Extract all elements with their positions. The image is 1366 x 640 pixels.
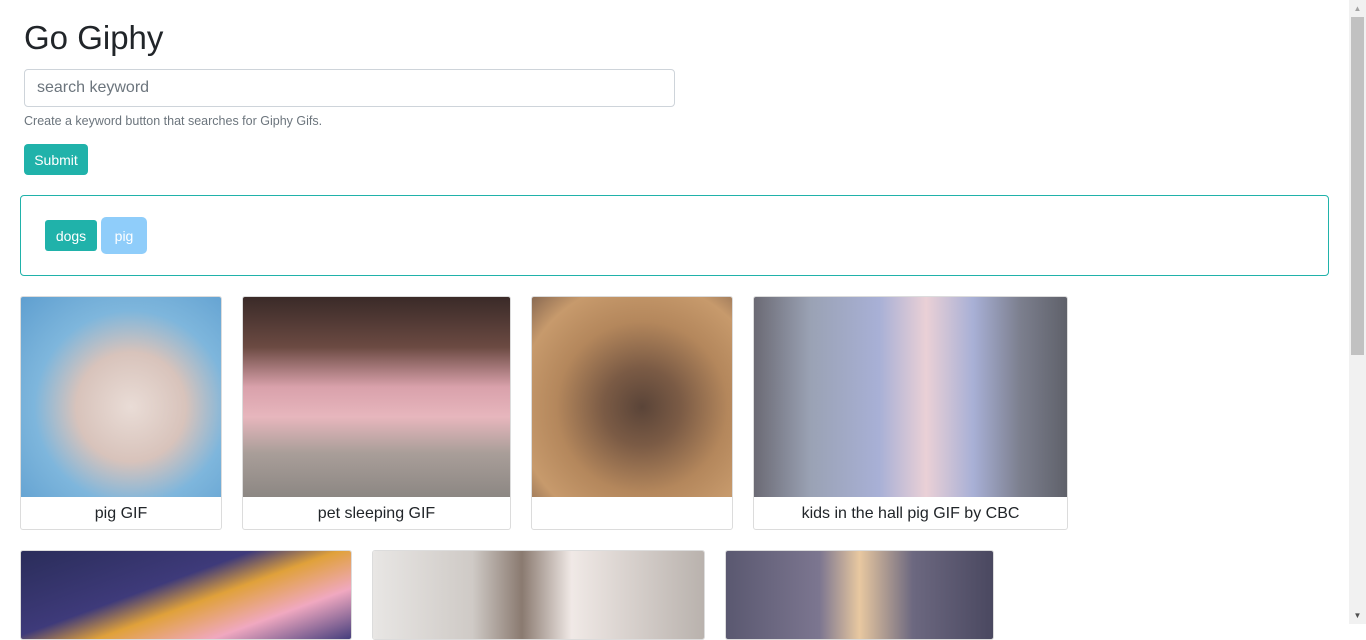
gif-caption: pig GIF [94,505,148,522]
scrollbar-thumb[interactable] [1351,17,1364,355]
submit-button[interactable]: Submit [24,144,88,175]
gif-card[interactable]: pig GIF [20,296,222,530]
search-input[interactable] [24,69,675,107]
keyword-button-dogs[interactable]: dogs [45,220,97,251]
search-help-text: Create a keyword button that searches fo… [24,114,323,128]
gif-card[interactable] [725,550,994,640]
gif-card[interactable]: kids in the hall pig GIF by CBC [753,296,1068,530]
gif-image[interactable] [21,551,351,639]
gif-caption: pet sleeping GIF [317,505,436,522]
gif-image[interactable] [726,551,993,639]
gif-image[interactable] [21,297,221,497]
gif-card[interactable]: pet sleeping GIF [242,296,511,530]
gif-caption: kids in the hall pig GIF by CBC [801,505,1020,522]
keyword-button-panel: dogs pig [20,195,1329,276]
gif-card[interactable] [531,296,733,530]
gif-card[interactable] [20,550,352,640]
triangle-up-icon[interactable]: ▲ [1349,0,1366,17]
gif-image[interactable] [532,297,732,497]
vertical-scrollbar[interactable]: ▲ ▼ [1349,0,1366,624]
keyword-button-pig[interactable]: pig [101,217,147,254]
gif-image[interactable] [243,297,510,497]
gif-caption [532,497,732,529]
gif-card[interactable] [372,550,705,640]
gif-image[interactable] [754,297,1067,497]
gif-image[interactable] [373,551,704,639]
page-title: Go Giphy [24,19,164,56]
triangle-down-icon[interactable]: ▼ [1349,607,1366,624]
